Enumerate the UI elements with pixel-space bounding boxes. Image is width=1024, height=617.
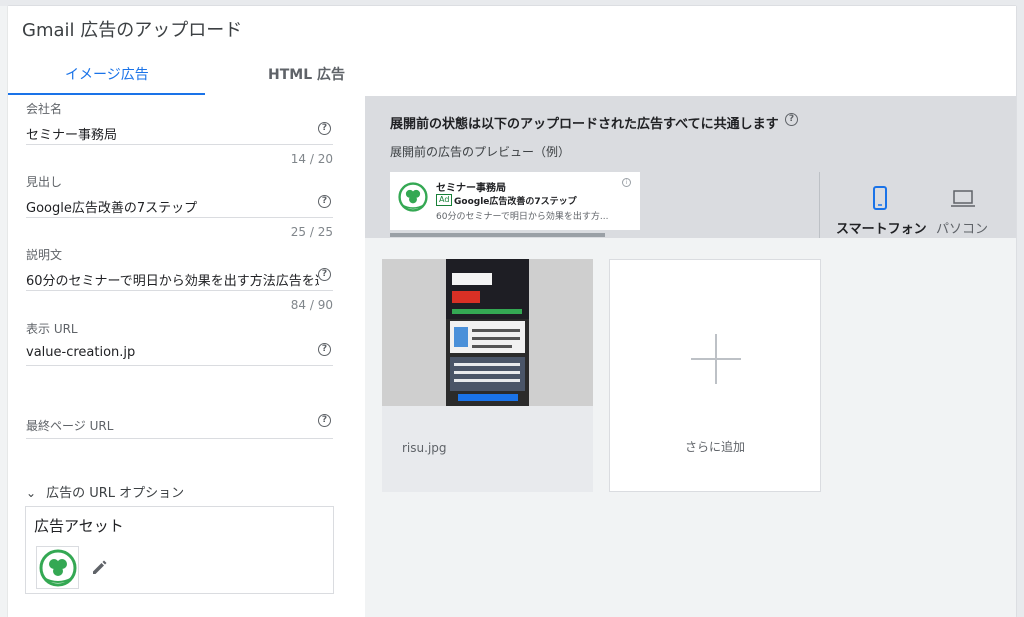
display-url-underline	[26, 365, 333, 366]
preview-help-icon[interactable]: ?	[785, 113, 798, 126]
logo-thumbnail[interactable]	[36, 546, 79, 589]
clover-logo-icon	[39, 549, 76, 586]
ad-badge: Ad	[436, 194, 453, 206]
add-more-label: さらに追加	[684, 440, 745, 454]
ad-assets-title: 広告アセット	[34, 517, 124, 535]
preview-subtitle: 展開前の広告のプレビュー（例）	[390, 145, 571, 159]
device-desktop[interactable]: パソコン	[936, 218, 988, 237]
headline-label: 見出し	[26, 175, 63, 189]
company-input[interactable]: セミナー事務局	[26, 124, 319, 143]
description-char-count: 84 / 90	[290, 298, 333, 312]
preview-title: 展開前の状態は以下のアップロードされた広告すべてに共通します	[390, 117, 779, 132]
advertiser-logo-icon	[398, 182, 428, 212]
company-underline	[26, 144, 333, 145]
device-smartphone[interactable]: スマートフォン	[836, 218, 927, 237]
company-help-icon[interactable]: ?	[318, 122, 331, 135]
tab-image-ad[interactable]: イメージ広告	[65, 64, 149, 84]
headline-char-count: 25 / 25	[290, 225, 333, 239]
description-label: 説明文	[26, 248, 63, 262]
ad-advertiser-name: セミナー事務局	[436, 183, 506, 194]
add-more-button[interactable]: さらに追加	[609, 259, 821, 492]
final-url-underline	[26, 438, 333, 439]
description-input[interactable]: 60分のセミナーで明日から効果を出す方法広告を運	[26, 270, 319, 289]
uploaded-image-card[interactable]: risu.jpg	[382, 259, 593, 492]
chevron-down-icon: ⌄	[26, 486, 37, 500]
headline-help-icon[interactable]: ?	[318, 195, 331, 208]
laptop-icon[interactable]	[950, 190, 976, 208]
active-tab-indicator	[8, 93, 205, 95]
url-options-label: 広告の URL オプション	[46, 486, 185, 501]
final-url-input[interactable]: 最終ページ URL	[26, 417, 319, 434]
headline-input[interactable]: Google広告改善の7ステップ	[26, 197, 319, 216]
description-underline	[26, 290, 333, 291]
preview-scrollbar[interactable]	[390, 233, 605, 237]
ad-banner-image	[382, 259, 593, 406]
ad-form: 会社名 セミナー事務局 ? 14 / 20 見出し Google広告改善の7ステ…	[8, 96, 365, 617]
image-thumbnail	[382, 259, 593, 406]
preview-panel: 展開前の状態は以下のアップロードされた広告すべてに共通します ? 展開前の広告の…	[365, 96, 1016, 617]
collapsed-ad-preview: セミナー事務局 Ad Google広告改善の7ステップ 60分のセミナーで明日か…	[390, 172, 640, 230]
right-edge	[1016, 0, 1024, 617]
preview-header: 展開前の状態は以下のアップロードされた広告すべてに共通します ? 展開前の広告の…	[365, 96, 1016, 238]
device-separator	[819, 172, 820, 238]
url-options-toggle[interactable]: ⌄ 広告の URL オプション	[26, 482, 184, 501]
company-char-count: 14 / 20	[290, 152, 333, 166]
company-label: 会社名	[26, 102, 63, 116]
ad-assets-box: 広告アセット	[25, 506, 334, 594]
tab-html-ad[interactable]: HTML 広告	[268, 64, 345, 84]
display-url-help-icon[interactable]: ?	[318, 343, 331, 356]
edit-pencil-icon[interactable]	[90, 557, 110, 577]
final-url-help-icon[interactable]: ?	[318, 414, 331, 427]
ad-description: 60分のセミナーで明日から効果を出す方...	[436, 212, 609, 222]
smartphone-icon[interactable]	[872, 186, 888, 210]
plus-icon-vertical	[715, 334, 717, 384]
ad-headline: Google広告改善の7ステップ	[454, 197, 577, 207]
headline-underline	[26, 217, 333, 218]
display-url-input[interactable]: value-creation.jp	[26, 345, 319, 360]
display-url-label: 表示 URL	[26, 322, 78, 336]
image-filename: risu.jpg	[402, 441, 447, 455]
upload-dialog: Gmail 広告のアップロード イメージ広告 HTML 広告 会社名 セミナー事…	[8, 6, 1016, 617]
ad-info-icon: i	[622, 178, 631, 187]
description-help-icon[interactable]: ?	[318, 268, 331, 281]
dialog-title: Gmail 広告のアップロード	[22, 20, 243, 41]
